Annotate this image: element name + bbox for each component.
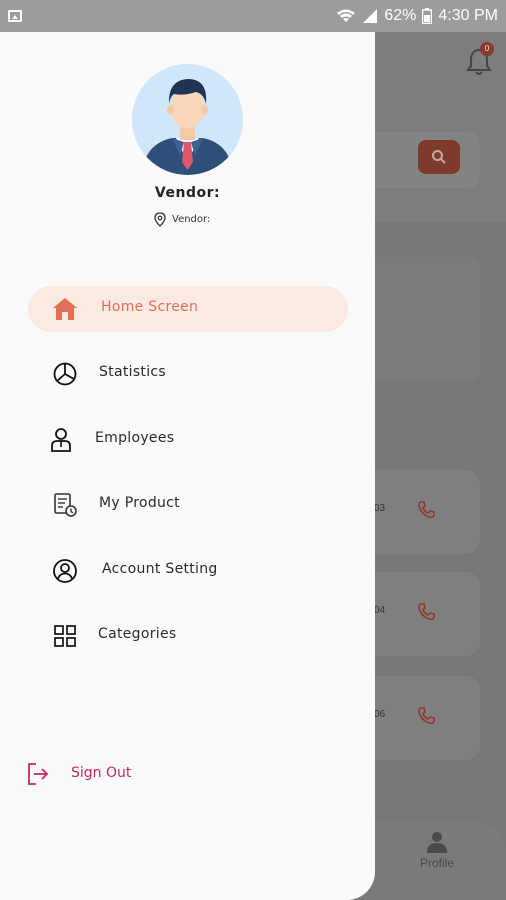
vendor-location-text: Vendor:	[172, 214, 211, 225]
navigation-drawer: Vendor: Vendor: Home Screen Statistics E…	[0, 32, 375, 900]
profile-icon	[427, 832, 447, 853]
menu-label: Account Setting	[102, 561, 218, 577]
menu-item-categories[interactable]: Categories	[28, 613, 348, 659]
grid-icon	[52, 624, 78, 648]
phone-icon[interactable]	[416, 706, 436, 726]
battery-icon	[422, 8, 433, 24]
menu-item-home-screen[interactable]: Home Screen	[28, 286, 348, 332]
sign-out-label: Sign Out	[71, 765, 132, 781]
phone-icon[interactable]	[416, 602, 436, 622]
menu-label: Categories	[98, 626, 177, 642]
avatar	[132, 64, 243, 175]
menu-item-employees[interactable]: Employees	[28, 417, 348, 463]
pie-chart-icon	[52, 362, 78, 386]
home-icon	[52, 297, 78, 321]
clock: 4:30 PM	[438, 7, 498, 24]
list-item-number: 04	[374, 605, 386, 616]
person-icon	[48, 428, 74, 452]
vendor-location: Vendor:	[154, 212, 210, 227]
profile-label: Profile	[420, 856, 455, 870]
menu-label: Home Screen	[101, 299, 199, 315]
status-bar: 62% 4:30 PM	[0, 0, 506, 32]
list-item-number: 03	[374, 503, 386, 514]
wifi-icon	[337, 9, 356, 22]
list-item-number: 06	[374, 709, 386, 720]
notification-bell-icon[interactable]: 0	[466, 42, 494, 76]
menu-label: Statistics	[99, 364, 166, 380]
sign-out-button[interactable]: Sign Out	[26, 760, 226, 790]
phone-icon[interactable]	[416, 500, 436, 520]
menu-item-statistics[interactable]: Statistics	[28, 351, 348, 397]
bottom-nav-profile[interactable]: Profile	[420, 830, 454, 870]
menu-item-account-setting[interactable]: Account Setting	[28, 548, 348, 594]
signal-icon	[363, 9, 378, 23]
vendor-name: Vendor:	[154, 185, 221, 201]
account-icon	[52, 559, 78, 583]
summary-card	[360, 257, 480, 382]
menu-label: Employees	[95, 430, 175, 446]
sign-out-icon	[28, 763, 49, 785]
search-icon	[432, 150, 446, 164]
image-notification-icon	[8, 10, 22, 22]
search-button[interactable]	[418, 140, 460, 174]
product-icon	[52, 493, 78, 517]
menu-item-my-product[interactable]: My Product	[28, 482, 348, 528]
notification-badge: 0	[480, 42, 494, 56]
battery-percent: 62%	[384, 7, 417, 24]
location-pin-icon	[154, 212, 166, 227]
menu-label: My Product	[99, 495, 180, 511]
